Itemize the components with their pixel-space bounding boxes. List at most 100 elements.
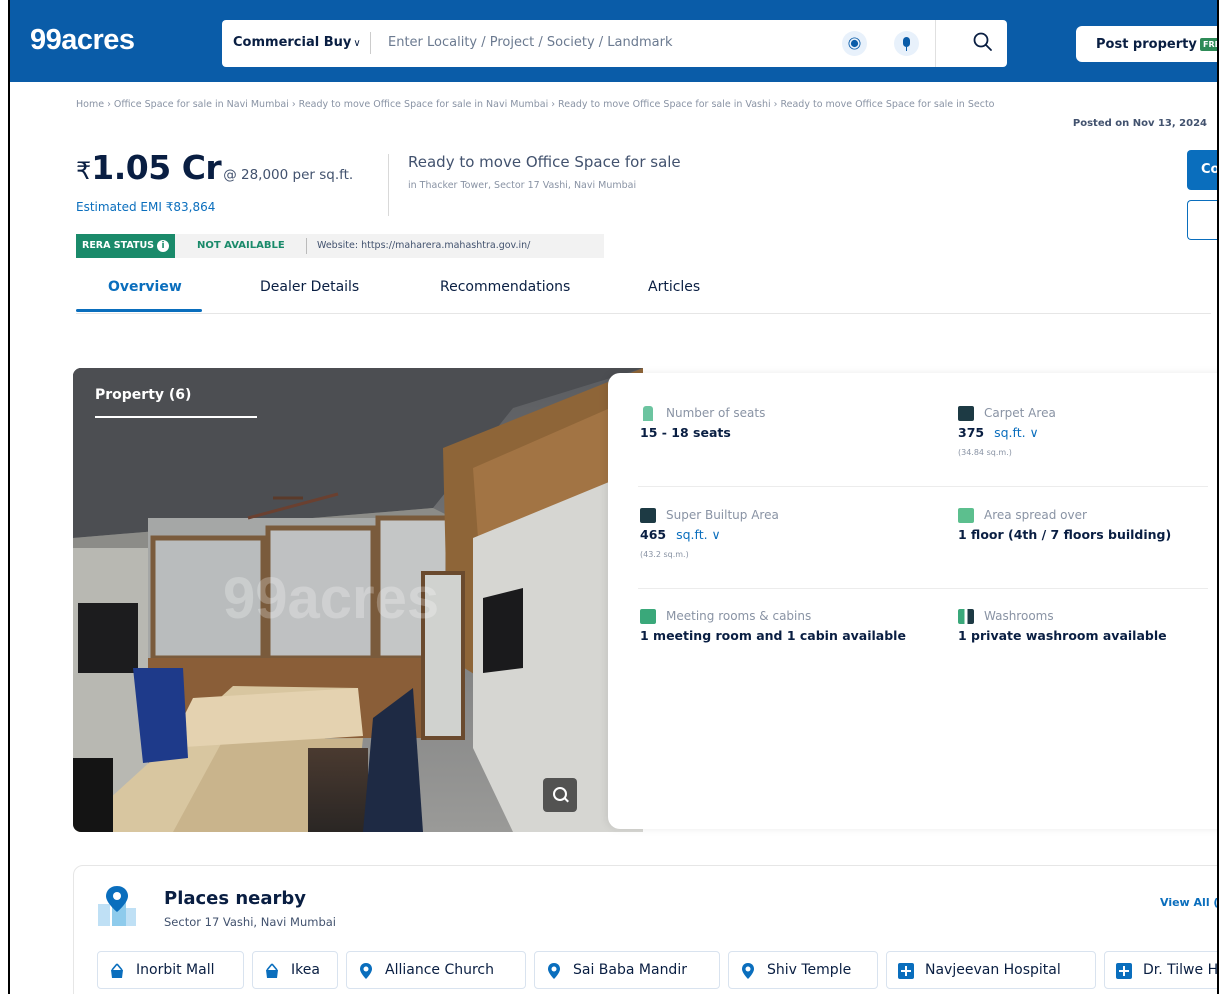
divider bbox=[638, 486, 1208, 487]
location-building-icon bbox=[98, 886, 136, 926]
nearby-chip-label: Sai Baba Mandir bbox=[573, 962, 687, 978]
places-nearby-title: Places nearby bbox=[164, 888, 307, 909]
hospital-icon bbox=[898, 963, 914, 979]
breadcrumb[interactable]: Home › Office Space for sale in Navi Mum… bbox=[76, 99, 994, 110]
map-pin-icon bbox=[742, 963, 754, 979]
svg-text:99acres: 99acres bbox=[223, 566, 439, 631]
divider bbox=[306, 238, 307, 254]
rera-website[interactable]: Website: https://maharera.mahashtra.gov.… bbox=[317, 240, 530, 251]
post-property-button[interactable]: Post property FREE bbox=[1076, 26, 1217, 62]
search-bar[interactable]: Commercial Buy ∨ Enter Locality / Project… bbox=[222, 20, 1007, 67]
tab-articles[interactable]: Articles bbox=[648, 279, 700, 295]
spec-super-builtup-value: 465 sq.ft. ∨ bbox=[640, 527, 721, 542]
spec-carpet-area-label: Carpet Area bbox=[958, 406, 1217, 421]
places-nearby-subtitle: Sector 17 Vashi, Navi Mumbai bbox=[164, 915, 336, 929]
spec-carpet-area-value: 375 sq.ft. ∨ bbox=[958, 425, 1039, 440]
nearby-chip-label: Shiv Temple bbox=[767, 962, 852, 978]
divider bbox=[638, 588, 1208, 589]
posted-date: Posted on Nov 13, 2024 bbox=[1072, 118, 1207, 129]
divider bbox=[388, 154, 389, 216]
rera-badge-label: RERA STATUS bbox=[82, 240, 155, 251]
emi-link[interactable]: Estimated EMI ₹83,864 bbox=[76, 200, 215, 214]
spec-carpet-area-metric: (34.84 sq.m.) bbox=[958, 448, 1012, 457]
tab-dealer-details[interactable]: Dealer Details bbox=[260, 279, 359, 295]
tab-overview[interactable]: Overview bbox=[108, 279, 182, 295]
free-badge: FREE bbox=[1200, 38, 1217, 51]
search-input[interactable]: Enter Locality / Project / Society / Lan… bbox=[388, 35, 673, 50]
spec-washrooms-value: 1 private washroom available bbox=[958, 628, 1167, 643]
top-header: 99acres Commercial Buy ∨ Enter Locality /… bbox=[10, 0, 1217, 82]
nearby-chip-ikea[interactable]: Ikea bbox=[252, 951, 338, 989]
spec-washrooms-label: Washrooms bbox=[958, 609, 1217, 624]
property-location: in Thacker Tower, Sector 17 Vashi, Navi … bbox=[408, 180, 637, 191]
property-photo-gallery[interactable]: 99acres Property (6) bbox=[73, 368, 643, 832]
nearby-chip-label: Alliance Church bbox=[385, 962, 494, 978]
nearby-chip-shiv-temple[interactable]: Shiv Temple bbox=[728, 951, 878, 989]
gallery-label-underline bbox=[95, 416, 257, 418]
spec-seats-label: Number of seats bbox=[640, 406, 930, 421]
post-property-label: Post property bbox=[1096, 37, 1197, 52]
info-icon[interactable]: i bbox=[157, 240, 170, 252]
spec-seats: Number of seats 15 - 18 seats bbox=[640, 406, 930, 440]
rera-status-bar: RERA STATUS i NOT AVAILABLE Website: http… bbox=[76, 234, 604, 258]
locate-me-icon[interactable] bbox=[842, 31, 867, 56]
microphone-icon[interactable] bbox=[894, 31, 919, 56]
nearby-chip-label: Ikea bbox=[291, 962, 320, 978]
nearby-chip-inorbit-mall[interactable]: Inorbit Mall bbox=[97, 951, 244, 989]
nearby-chip-dr-tilwe-hospital[interactable]: Dr. Tilwe H bbox=[1104, 951, 1219, 989]
hospital-icon bbox=[1116, 963, 1132, 979]
tab-recommendations[interactable]: Recommendations bbox=[440, 279, 570, 295]
nearby-chip-label: Dr. Tilwe H bbox=[1143, 962, 1219, 978]
search-category-dropdown[interactable]: Commercial Buy ∨ bbox=[233, 35, 361, 50]
nearby-chip-label: Navjeevan Hospital bbox=[925, 962, 1061, 978]
spec-seats-value: 15 - 18 seats bbox=[640, 425, 731, 440]
unit-dropdown[interactable]: sq.ft. ∨ bbox=[676, 527, 721, 542]
spec-floors-label: Area spread over bbox=[958, 508, 1217, 523]
places-nearby-section: Places nearby Sector 17 Vashi, Navi Mumb… bbox=[73, 865, 1219, 994]
spec-meeting-rooms: Meeting rooms & cabins 1 meeting room an… bbox=[640, 609, 930, 643]
search-icon[interactable] bbox=[972, 31, 994, 53]
nearby-chip-alliance-church[interactable]: Alliance Church bbox=[346, 951, 526, 989]
divider bbox=[370, 32, 371, 54]
spec-super-builtup: Super Builtup Area 465 sq.ft. ∨ (43.2 sq.… bbox=[640, 508, 930, 559]
spec-super-builtup-label: Super Builtup Area bbox=[640, 508, 930, 523]
nearby-chip-sai-baba-mandir[interactable]: Sai Baba Mandir bbox=[534, 951, 720, 989]
nearby-chip-label: Inorbit Mall bbox=[136, 962, 215, 978]
property-title: Ready to move Office Space for sale bbox=[408, 153, 681, 171]
nearby-chip-navjeevan-hospital[interactable]: Navjeevan Hospital bbox=[886, 951, 1096, 989]
rera-status-value: NOT AVAILABLE bbox=[197, 240, 285, 251]
active-tab-indicator bbox=[76, 309, 202, 312]
contact-dealer-label: Co bbox=[1201, 162, 1219, 177]
gallery-count-label[interactable]: Property (6) bbox=[95, 387, 191, 403]
map-pin-icon bbox=[360, 963, 372, 979]
divider bbox=[935, 20, 936, 67]
price-value: 1.05 Cr bbox=[91, 148, 222, 187]
currency-symbol: ₹ bbox=[76, 157, 92, 185]
spec-carpet-area: Carpet Area 375 sq.ft. ∨ (34.84 sq.m.) bbox=[958, 406, 1217, 457]
spec-floors: Area spread over 1 floor (4th / 7 floors… bbox=[958, 508, 1217, 542]
search-category-label: Commercial Buy bbox=[233, 35, 352, 50]
price-block: ₹1.05 Cr @ 28,000 per sq.ft. bbox=[76, 148, 353, 187]
price-per-sqft: @ 28,000 per sq.ft. bbox=[223, 167, 354, 183]
map-pin-icon bbox=[548, 963, 560, 979]
spec-meeting-rooms-label: Meeting rooms & cabins bbox=[640, 609, 930, 624]
zoom-icon[interactable] bbox=[543, 778, 577, 812]
spec-meeting-rooms-value: 1 meeting room and 1 cabin available bbox=[640, 628, 906, 643]
building-icon bbox=[958, 508, 974, 523]
secondary-action-button[interactable] bbox=[1187, 200, 1217, 240]
chair-icon bbox=[643, 406, 653, 421]
contact-dealer-button[interactable]: Co bbox=[1187, 150, 1219, 190]
area-icon bbox=[640, 508, 656, 523]
spec-floors-value: 1 floor (4th / 7 floors building) bbox=[958, 527, 1172, 542]
shopping-icon bbox=[266, 963, 278, 978]
rera-badge[interactable]: RERA STATUS i bbox=[76, 234, 176, 258]
site-logo[interactable]: 99acres bbox=[30, 24, 135, 57]
spec-super-builtup-metric: (43.2 sq.m.) bbox=[640, 550, 689, 559]
office-photo: 99acres bbox=[73, 368, 643, 832]
shopping-icon bbox=[111, 963, 123, 978]
spec-washrooms: Washrooms 1 private washroom available bbox=[958, 609, 1217, 643]
washroom-icon bbox=[958, 609, 974, 624]
view-all-link[interactable]: View All (5 bbox=[1160, 896, 1217, 909]
property-specs-card: Number of seats 15 - 18 seats Carpet Are… bbox=[608, 373, 1217, 829]
unit-dropdown[interactable]: sq.ft. ∨ bbox=[994, 425, 1039, 440]
